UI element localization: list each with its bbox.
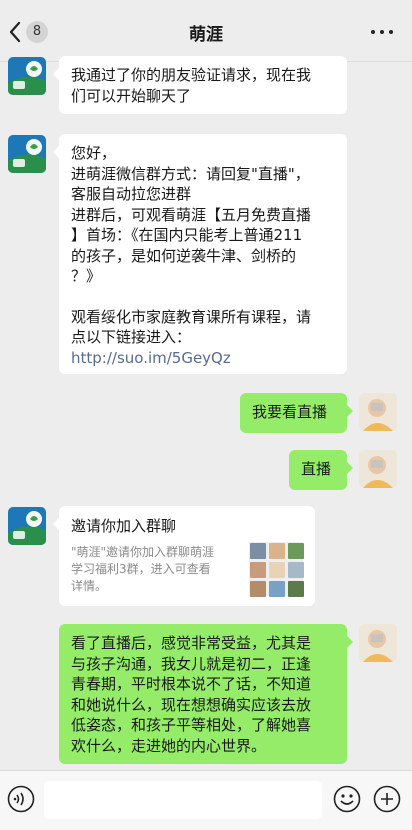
message-text: 的孩子，是如何逆袭牛津、剑桥的 bbox=[71, 246, 297, 265]
message-text: 进群后，可观看萌涯【五月免费直播 bbox=[71, 205, 312, 224]
card-description: "萌涯"邀请你加入群聊萌涯 学习福利3群，进入可查看 详情。 bbox=[71, 544, 239, 595]
message-text: ？》 bbox=[71, 267, 102, 285]
message-bubble[interactable]: 看了直播后，感觉非常受益，尤其是 与孩子沟通，我女儿就是初二，正逢 青春期，平时… bbox=[59, 624, 353, 764]
message-text: 进萌涯微信群方式：请回复"直播"， bbox=[71, 164, 310, 183]
contact-avatar[interactable] bbox=[8, 135, 46, 173]
plus-icon[interactable] bbox=[372, 784, 402, 814]
message-text: 直播 bbox=[301, 460, 332, 478]
message-bubble[interactable]: 我通过了你的朋友验证请求，现在我 们可以开始聊天了 bbox=[53, 56, 347, 114]
card-desc-line: 详情。 bbox=[71, 579, 108, 593]
chat-title: 萌涯 bbox=[189, 25, 223, 45]
message-text: 们可以开始聊天了 bbox=[71, 87, 192, 105]
message-bubble[interactable]: 我要看直播 bbox=[240, 393, 353, 433]
message-text: 与孩子沟通，我女儿就是初二，正逢 bbox=[71, 654, 312, 673]
user-avatar[interactable] bbox=[359, 624, 397, 662]
message-text: 观看绥化市家庭教育课所有课程，请 bbox=[71, 307, 312, 326]
voice-icon[interactable] bbox=[6, 784, 36, 814]
message-text: 低姿态，和孩子平等相处，了解她喜 bbox=[71, 716, 312, 734]
message-text: 和她说什么，现在想想确实应该去放 bbox=[71, 695, 312, 714]
message-text: 客服自动拉您进群 bbox=[71, 185, 192, 203]
message-link[interactable]: http://suo.im/5GeyQz bbox=[71, 348, 335, 369]
message-input[interactable] bbox=[44, 781, 322, 819]
card-desc-line: 学习福利3群，进入可查看 bbox=[71, 562, 211, 576]
card-title: 邀请你加入群聊 bbox=[71, 517, 177, 535]
message-text: 我要看直播 bbox=[252, 403, 328, 421]
top-bar: 8 萌涯 bbox=[0, 0, 412, 62]
input-bar bbox=[0, 770, 412, 830]
emoji-icon[interactable] bbox=[332, 784, 362, 814]
user-avatar[interactable] bbox=[359, 393, 397, 431]
card-desc-line: "萌涯"邀请你加入群聊萌涯 bbox=[71, 545, 215, 559]
message-text: 看了直播后，感觉非常受益，尤其是 bbox=[71, 634, 312, 652]
group-avatar-grid bbox=[249, 542, 304, 597]
message-text bbox=[71, 287, 335, 307]
message-text: 青春期，平时根本说不了话，不知道 bbox=[71, 675, 312, 693]
message-bubble[interactable]: 您好， 进萌涯微信群方式：请回复"直播"， 客服自动拉您进群 进群后，可观看萌涯… bbox=[53, 134, 347, 374]
message-text: 您好， bbox=[71, 144, 117, 162]
group-invite-card[interactable]: 邀请你加入群聊 "萌涯"邀请你加入群聊萌涯 学习福利3群，进入可查看 详情。 bbox=[53, 506, 315, 606]
contact-avatar[interactable] bbox=[8, 507, 46, 545]
message-text: 欢什么，走进她的内心世界。 bbox=[71, 736, 267, 755]
user-avatar[interactable] bbox=[359, 450, 397, 488]
message-text: 我通过了你的朋友验证请求，现在我 bbox=[71, 66, 312, 84]
message-bubble[interactable]: 直播 bbox=[289, 450, 353, 490]
contact-avatar[interactable] bbox=[8, 57, 46, 95]
more-icon[interactable] bbox=[370, 22, 394, 42]
message-text: 点以下链接进入： bbox=[71, 328, 192, 346]
message-text: 】首场：《在国内只能考上普通211 bbox=[71, 226, 303, 244]
